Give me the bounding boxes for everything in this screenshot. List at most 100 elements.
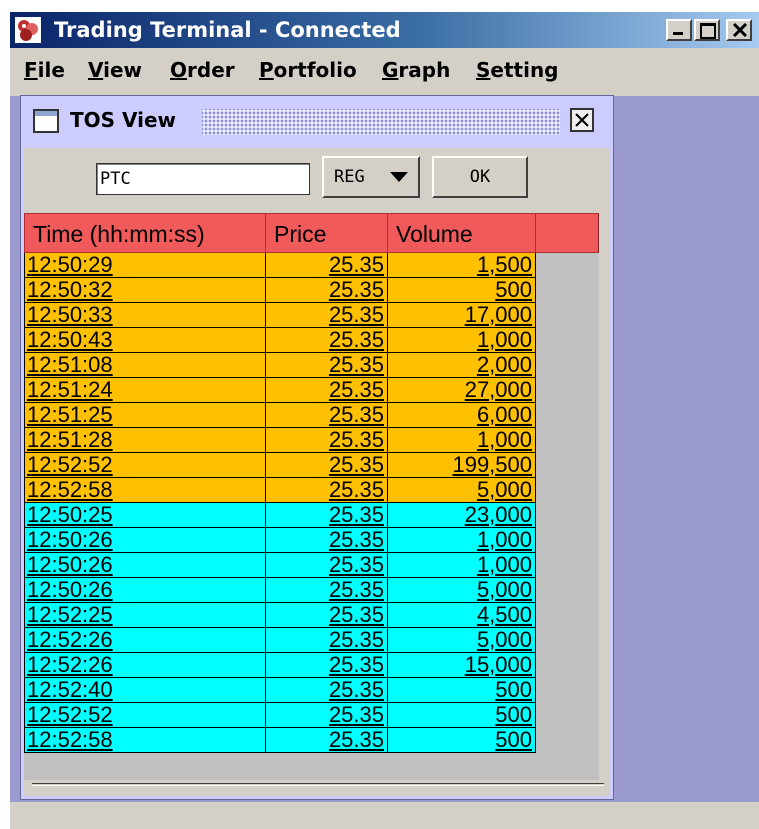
table-row[interactable]: 12:50:26 25.35 1,000 bbox=[24, 553, 536, 578]
cell-volume: 1,000 bbox=[387, 528, 536, 553]
cell-price: 25.35 bbox=[265, 453, 388, 478]
menu-portfolio[interactable]: Portfolio bbox=[259, 58, 357, 82]
menu-setting[interactable]: Setting bbox=[476, 58, 559, 82]
cell-price: 25.35 bbox=[265, 553, 388, 578]
menu-file[interactable]: File bbox=[24, 58, 65, 82]
market-select[interactable]: REG bbox=[322, 156, 420, 198]
cell-volume: 15,000 bbox=[387, 653, 536, 678]
symbol-input[interactable] bbox=[96, 163, 310, 195]
cell-time: 12:52:40 bbox=[24, 678, 266, 703]
cell-time: 12:50:29 bbox=[24, 253, 266, 278]
cell-price: 25.35 bbox=[265, 728, 388, 753]
close-icon bbox=[575, 113, 589, 127]
cell-time: 12:52:52 bbox=[24, 453, 266, 478]
menu-bar: File View Order Portfolio Graph Setting bbox=[10, 58, 759, 90]
maximize-button[interactable] bbox=[694, 19, 720, 41]
cell-time: 12:50:26 bbox=[24, 553, 266, 578]
cell-price: 25.35 bbox=[265, 703, 388, 728]
tos-view-frame: TOS View REG OK Time (hh:mm:ss) Pric bbox=[20, 95, 614, 800]
column-header-extra bbox=[535, 213, 599, 253]
chevron-down-icon bbox=[390, 172, 408, 182]
cell-time: 12:51:08 bbox=[24, 353, 266, 378]
cell-price: 25.35 bbox=[265, 653, 388, 678]
cell-time: 12:50:43 bbox=[24, 328, 266, 353]
column-header-price[interactable]: Price bbox=[265, 213, 388, 253]
table-row[interactable]: 12:51:08 25.35 2,000 bbox=[24, 353, 536, 378]
table-row[interactable]: 12:52:58 25.35 5,000 bbox=[24, 478, 536, 503]
cell-volume: 500 bbox=[387, 728, 536, 753]
cell-price: 25.35 bbox=[265, 403, 388, 428]
table-row[interactable]: 12:51:25 25.35 6,000 bbox=[24, 403, 536, 428]
cell-volume: 5,000 bbox=[387, 578, 536, 603]
cell-price: 25.35 bbox=[265, 603, 388, 628]
table-row[interactable]: 12:52:58 25.35 500 bbox=[24, 728, 536, 753]
desktop-area: TOS View REG OK Time (hh:mm:ss) Pric bbox=[10, 95, 759, 802]
minimize-button[interactable] bbox=[666, 19, 692, 41]
market-select-value: REG bbox=[334, 167, 365, 187]
ok-button[interactable]: OK bbox=[432, 156, 528, 198]
cell-price: 25.35 bbox=[265, 678, 388, 703]
cell-price: 25.35 bbox=[265, 628, 388, 653]
table-row[interactable]: 12:50:43 25.35 1,000 bbox=[24, 328, 536, 353]
table-row[interactable]: 12:50:25 25.35 23,000 bbox=[24, 503, 536, 528]
cell-time: 12:52:26 bbox=[24, 653, 266, 678]
menu-graph[interactable]: Graph bbox=[382, 58, 450, 82]
cell-time: 12:50:26 bbox=[24, 578, 266, 603]
cell-volume: 199,500 bbox=[387, 453, 536, 478]
column-header-volume[interactable]: Volume bbox=[387, 213, 536, 253]
menu-view[interactable]: View bbox=[88, 58, 142, 82]
table-row[interactable]: 12:50:26 25.35 5,000 bbox=[24, 578, 536, 603]
title-grip bbox=[202, 109, 560, 135]
cell-price: 25.35 bbox=[265, 503, 388, 528]
table-row[interactable]: 12:50:33 25.35 17,000 bbox=[24, 303, 536, 328]
table-row[interactable]: 12:51:28 25.35 1,000 bbox=[24, 428, 536, 453]
close-button[interactable] bbox=[726, 19, 752, 41]
tos-view-close-button[interactable] bbox=[570, 108, 594, 132]
table-header: Time (hh:mm:ss) Price Volume bbox=[24, 213, 599, 253]
window-title: Trading Terminal - Connected bbox=[54, 18, 401, 42]
cell-volume: 2,000 bbox=[387, 353, 536, 378]
cell-volume: 1,000 bbox=[387, 553, 536, 578]
time-and-sales-table: Time (hh:mm:ss) Price Volume 12:50:29 25.… bbox=[24, 213, 599, 780]
table-row[interactable]: 12:51:24 25.35 27,000 bbox=[24, 378, 536, 403]
table-row[interactable]: 12:52:26 25.35 15,000 bbox=[24, 653, 536, 678]
column-header-time[interactable]: Time (hh:mm:ss) bbox=[24, 213, 266, 253]
cell-price: 25.35 bbox=[265, 328, 388, 353]
title-bar[interactable]: Trading Terminal - Connected bbox=[10, 12, 759, 48]
cell-time: 12:52:58 bbox=[24, 478, 266, 503]
cell-price: 25.35 bbox=[265, 478, 388, 503]
cell-time: 12:51:24 bbox=[24, 378, 266, 403]
close-icon bbox=[732, 23, 748, 37]
menu-order[interactable]: Order bbox=[170, 58, 235, 82]
cell-price: 25.35 bbox=[265, 303, 388, 328]
cell-volume: 1,000 bbox=[387, 328, 536, 353]
cell-volume: 5,000 bbox=[387, 628, 536, 653]
cell-time: 12:50:33 bbox=[24, 303, 266, 328]
cell-time: 12:51:28 bbox=[24, 428, 266, 453]
cell-volume: 5,000 bbox=[387, 478, 536, 503]
table-row[interactable]: 12:50:29 25.35 1,500 bbox=[24, 253, 536, 278]
table-row[interactable]: 12:50:32 25.35 500 bbox=[24, 278, 536, 303]
app-logo-icon bbox=[15, 17, 41, 43]
cell-time: 12:52:26 bbox=[24, 628, 266, 653]
cell-volume: 500 bbox=[387, 278, 536, 303]
table-row[interactable]: 12:52:52 25.35 199,500 bbox=[24, 453, 536, 478]
table-row[interactable]: 12:52:25 25.35 4,500 bbox=[24, 603, 536, 628]
cell-time: 12:51:25 bbox=[24, 403, 266, 428]
window-icon bbox=[33, 109, 59, 133]
table-row[interactable]: 12:50:26 25.35 1,000 bbox=[24, 528, 536, 553]
cell-volume: 500 bbox=[387, 678, 536, 703]
cell-time: 12:52:58 bbox=[24, 728, 266, 753]
cell-price: 25.35 bbox=[265, 278, 388, 303]
table-row[interactable]: 12:52:52 25.35 500 bbox=[24, 703, 536, 728]
table-row[interactable]: 12:52:26 25.35 5,000 bbox=[24, 628, 536, 653]
cell-volume: 6,000 bbox=[387, 403, 536, 428]
cell-volume: 17,000 bbox=[387, 303, 536, 328]
cell-volume: 1,000 bbox=[387, 428, 536, 453]
cell-time: 12:52:52 bbox=[24, 703, 266, 728]
cell-price: 25.35 bbox=[265, 528, 388, 553]
tos-view-title-bar[interactable]: TOS View bbox=[24, 99, 610, 148]
tos-view-title: TOS View bbox=[70, 108, 177, 132]
cell-volume: 4,500 bbox=[387, 603, 536, 628]
table-row[interactable]: 12:52:40 25.35 500 bbox=[24, 678, 536, 703]
